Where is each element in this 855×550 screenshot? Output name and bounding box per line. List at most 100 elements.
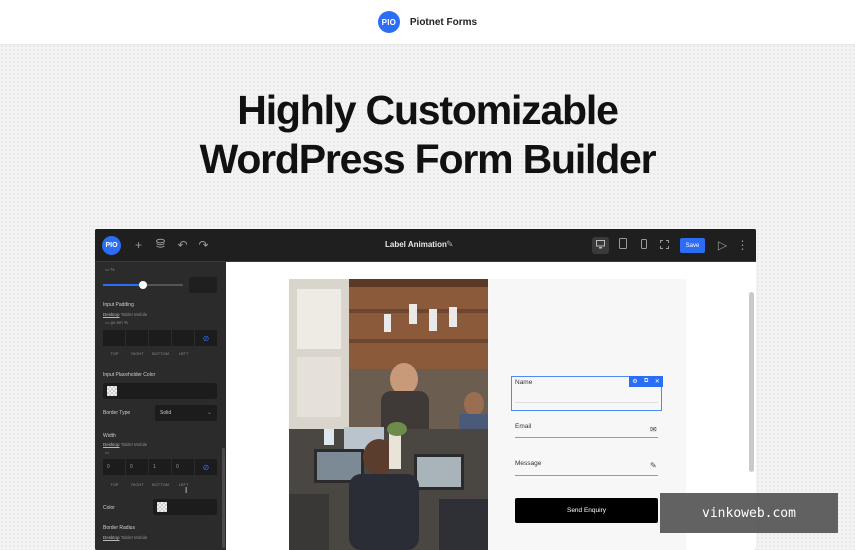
width-responsive-switch[interactable]: Desktop Tablet Mobile <box>103 442 147 447</box>
side-label-bottom: BOTTOM <box>151 351 170 356</box>
side-label-right: RIGHT <box>131 351 144 356</box>
unit-percent[interactable]: % <box>111 267 115 272</box>
name-label: Name <box>515 379 533 386</box>
border-type-select[interactable]: Solid ⌄ <box>155 405 217 421</box>
padding-bottom-input[interactable] <box>149 330 171 346</box>
widget-toolbar: ⚙ ⧉ ✕ <box>629 376 663 387</box>
email-label: Email <box>515 423 532 430</box>
padding-side-labels: TOP RIGHT BOTTOM LEFT <box>103 351 195 356</box>
slider-track[interactable] <box>143 284 183 286</box>
desktop-icon[interactable] <box>592 237 609 254</box>
tablet-icon[interactable] <box>615 238 630 253</box>
responsive-mobile[interactable]: Mobile <box>134 442 147 447</box>
send-enquiry-button[interactable]: Send Enquiry <box>515 498 658 523</box>
input-padding-label: Input Padding <box>103 302 134 308</box>
editor-logo[interactable]: PIO <box>102 236 121 255</box>
save-button[interactable]: Save <box>680 238 705 253</box>
edit-title-icon[interactable]: ✎ <box>446 239 454 250</box>
office-team-photo <box>289 279 488 550</box>
email-input[interactable] <box>515 437 658 438</box>
width-inputs: 0 0 1 0 ⊘ <box>103 459 217 475</box>
link-values-icon[interactable]: ⊘ <box>195 330 217 346</box>
width-top-input[interactable]: 0 <box>103 459 125 475</box>
side-label-top: TOP <box>110 351 119 356</box>
hero-line-1: Highly Customizable <box>237 87 619 133</box>
chevron-down-icon: ⌄ <box>206 410 212 416</box>
side-label-left: LEFT <box>178 351 189 356</box>
color-swatch[interactable] <box>107 386 117 396</box>
mobile-icon[interactable] <box>636 238 651 253</box>
text-cursor-icon: I <box>185 486 188 495</box>
responsive-tablet[interactable]: Tablet <box>121 535 133 540</box>
form-builder-window: PIO + ↶ ↷ Label Animation ✎ Save ▷ ⋮ ▭ % <box>95 229 756 550</box>
link-values-icon[interactable]: ⊘ <box>195 459 217 475</box>
settings-sidebar: ▭ % Input Padding Desktop Tablet Mobile … <box>95 262 226 550</box>
width-right-input[interactable]: 0 <box>126 459 148 475</box>
message-label: Message <box>515 460 542 467</box>
monitor-icon: ▭ <box>105 320 110 325</box>
close-icon[interactable]: ✕ <box>655 378 660 385</box>
message-input[interactable] <box>515 475 658 476</box>
site-header: PIO Piotnet Forms <box>0 0 855 45</box>
piotnet-logo[interactable]: PIO <box>377 11 400 33</box>
padding-left-input[interactable] <box>172 330 194 346</box>
width-bottom-input[interactable]: 1 <box>149 459 171 475</box>
border-color-picker[interactable] <box>153 499 217 515</box>
contact-form: ⚙ ⧉ ✕ Name Email ✉ Message ✎ Send Enquir… <box>488 279 686 550</box>
responsive-switch[interactable]: Desktop Tablet Mobile <box>103 312 147 317</box>
responsive-desktop[interactable]: Desktop <box>103 535 120 540</box>
border-radius-label: Border Radius <box>103 525 135 531</box>
padding-top-input[interactable] <box>103 330 125 346</box>
width-side-labels: TOP RIGHT BOTTOM LEFT <box>103 482 195 487</box>
width-label: Width <box>103 433 116 439</box>
border-type-label: Border Type <box>103 410 131 416</box>
responsive-desktop[interactable]: Desktop <box>103 442 120 447</box>
padding-inputs: ⊘ <box>103 330 217 346</box>
slider-value-input[interactable] <box>189 277 217 293</box>
color-swatch[interactable] <box>157 502 167 512</box>
border-type-value: Solid <box>160 410 172 416</box>
play-icon[interactable]: ▷ <box>715 238 730 253</box>
side-label-right: RIGHT <box>131 482 144 487</box>
placeholder-color-label: Input Placeholder Color <box>103 372 156 378</box>
hero-heading: Highly Customizable WordPress Form Build… <box>0 86 855 184</box>
name-input[interactable] <box>515 402 658 403</box>
layers-icon[interactable] <box>153 238 168 253</box>
plus-icon[interactable]: + <box>131 238 146 253</box>
padding-units[interactable]: px em % <box>111 320 129 325</box>
redo-icon[interactable]: ↷ <box>196 238 211 253</box>
side-label-bottom: BOTTOM <box>151 482 170 487</box>
fullscreen-icon[interactable] <box>657 238 672 253</box>
hero-line-2: WordPress Form Builder <box>199 136 657 182</box>
slider-thumb[interactable] <box>139 281 147 289</box>
responsive-mobile[interactable]: Mobile <box>134 312 147 317</box>
editor-toolbar: PIO + ↶ ↷ Label Animation ✎ Save ▷ ⋮ <box>95 229 756 262</box>
watermark: vinkoweb.com <box>660 493 838 533</box>
radius-responsive-switch[interactable]: Desktop Tablet Mobile <box>103 535 147 540</box>
unit-selector-top[interactable]: ▭ % <box>105 267 115 273</box>
envelope-icon: ✉ <box>650 425 657 434</box>
responsive-desktop[interactable]: Desktop <box>103 312 120 317</box>
settings-icon[interactable]: ⚙ <box>632 378 637 385</box>
responsive-mobile[interactable]: Mobile <box>134 535 147 540</box>
sidebar-scrollbar[interactable] <box>222 448 225 548</box>
placeholder-color-picker[interactable] <box>103 383 217 399</box>
width-unit-selector[interactable]: ▭ <box>105 450 109 456</box>
brand-name[interactable]: Piotnet Forms <box>410 17 477 28</box>
duplicate-icon[interactable]: ⧉ <box>644 378 648 385</box>
name-field-selected[interactable]: ⚙ ⧉ ✕ <box>511 376 663 411</box>
color-label: Color <box>103 505 115 511</box>
padding-unit-selector[interactable]: ▭ px em % <box>105 320 128 326</box>
more-icon[interactable]: ⋮ <box>735 238 750 253</box>
canvas-scrollbar[interactable] <box>749 292 754 472</box>
document-title[interactable]: Label Animation <box>385 240 447 249</box>
pencil-icon: ✎ <box>650 461 657 470</box>
monitor-icon: ▭ <box>105 267 110 272</box>
side-label-top: TOP <box>110 482 119 487</box>
padding-right-input[interactable] <box>126 330 148 346</box>
responsive-tablet[interactable]: Tablet <box>121 442 133 447</box>
undo-icon[interactable]: ↶ <box>175 238 190 253</box>
responsive-tablet[interactable]: Tablet <box>121 312 133 317</box>
monitor-icon: ▭ <box>105 450 110 455</box>
width-left-input[interactable]: 0 <box>172 459 194 475</box>
